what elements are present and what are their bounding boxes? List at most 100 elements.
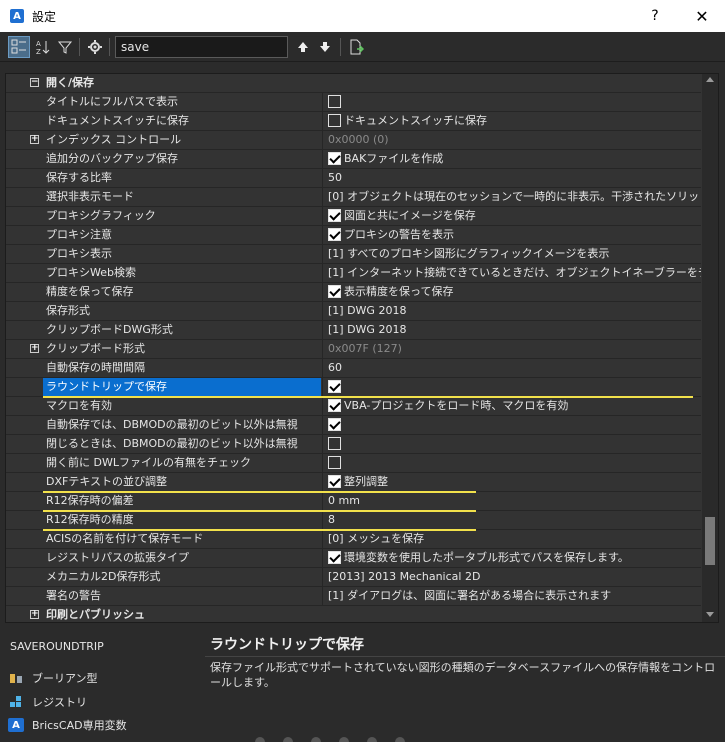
expand-icon[interactable]: + xyxy=(30,135,39,144)
checkbox-unchecked[interactable] xyxy=(328,94,341,108)
value-text: [1] インターネット接続できているときだけ、オブジェクトイネーブラーをチェック xyxy=(328,266,701,279)
property-row[interactable]: 署名の警告 [1] ダイアログは、図面に署名がある場合に表示されます xyxy=(6,587,701,606)
property-value[interactable]: [1] DWG 2018 xyxy=(324,302,701,320)
checkbox-checked[interactable] xyxy=(328,379,341,393)
property-value[interactable]: 0x007F (127) xyxy=(324,340,701,358)
collapse-icon[interactable]: − xyxy=(30,78,39,87)
checkbox-checked[interactable] xyxy=(328,474,341,488)
checkbox-unchecked[interactable] xyxy=(328,436,341,450)
property-value[interactable]: 8 xyxy=(324,511,701,529)
property-row[interactable]: 閉じるときは、DBMODの最初のビット以外は無視 xyxy=(6,435,701,454)
checkbox-checked[interactable] xyxy=(328,227,341,241)
property-value[interactable]: 整列調整 xyxy=(324,473,701,491)
property-row[interactable]: プロキシ注意 プロキシの警告を表示 xyxy=(6,226,701,245)
category-print-publish[interactable]: + 印刷とパブリッシュ xyxy=(6,606,701,622)
scroll-up-icon[interactable] xyxy=(706,77,714,82)
registry-icon xyxy=(8,695,24,709)
arrow-up-icon[interactable] xyxy=(292,36,314,58)
highlight-underline xyxy=(43,529,476,531)
alphabetical-sort-icon[interactable]: AZ xyxy=(32,36,54,58)
category-open-save[interactable]: − 開く/保存 xyxy=(6,74,701,93)
property-row[interactable]: 開く前に DWLファイルの有無をチェック xyxy=(6,454,701,473)
property-value[interactable]: 図面と共にイメージを保存 xyxy=(324,207,701,225)
property-row[interactable]: DXFテキストの並び調整 整列調整 xyxy=(6,473,701,492)
help-button[interactable]: ? xyxy=(632,0,678,32)
property-value[interactable]: [1] DWG 2018 xyxy=(324,321,701,339)
checkbox-checked[interactable] xyxy=(328,417,341,431)
property-value[interactable]: [2013] 2013 Mechanical 2D xyxy=(324,568,701,586)
property-row[interactable]: R12保存時の精度 8 xyxy=(6,511,701,530)
property-value[interactable]: [0] メッシュを保存 xyxy=(324,530,701,548)
expand-icon[interactable]: + xyxy=(30,610,39,619)
property-value[interactable]: 環境変数を使用したポータブル形式でパスを保存します。 xyxy=(324,549,701,567)
property-row[interactable]: ACISの名前を付けて保存モード [0] メッシュを保存 xyxy=(6,530,701,549)
property-value[interactable]: [1] インターネット接続できているときだけ、オブジェクトイネーブラーをチェック xyxy=(324,264,701,282)
property-value[interactable]: プロキシの警告を表示 xyxy=(324,226,701,244)
property-row[interactable]: メカニカル2D保存形式 [2013] 2013 Mechanical 2D xyxy=(6,568,701,587)
property-name: ドキュメントスイッチに保存 xyxy=(46,114,189,127)
property-row[interactable]: 選択非表示モード [0] オブジェクトは現在のセッションで一時的に非表示。干渉され… xyxy=(6,188,701,207)
property-name: 開く前に DWLファイルの有無をチェック xyxy=(46,456,251,469)
property-value[interactable]: [0] オブジェクトは現在のセッションで一時的に非表示。干渉されたソリッドは、干… xyxy=(324,188,701,206)
property-row[interactable]: プロキシWeb検索 [1] インターネット接続できているときだけ、オブジェクトイネ… xyxy=(6,264,701,283)
export-icon[interactable] xyxy=(345,36,367,58)
property-row[interactable]: 自動保存の時間間隔 60 xyxy=(6,359,701,378)
settings-property-panel: − 開く/保存 タイトルにフルパスで表示 ドキュメントスイッチに保存 ドキュメントス… xyxy=(5,73,719,623)
property-row[interactable]: タイトルにフルパスで表示 xyxy=(6,93,701,112)
property-row[interactable]: プロキシ表示 [1] すべてのプロキシ図形にグラフィックイメージを表示 xyxy=(6,245,701,264)
value-text: 60 xyxy=(328,361,342,374)
property-row[interactable]: 保存形式 [1] DWG 2018 xyxy=(6,302,701,321)
scrollbar[interactable] xyxy=(702,74,718,622)
search-input[interactable] xyxy=(115,36,288,58)
property-value[interactable]: ドキュメントスイッチに保存 xyxy=(324,112,701,130)
property-row[interactable]: マクロを有効 VBA-プロジェクトをロード時、マクロを有効 xyxy=(6,397,701,416)
property-row[interactable]: R12保存時の偏差 0 mm xyxy=(6,492,701,511)
checkbox-checked[interactable] xyxy=(328,151,341,165)
property-value[interactable] xyxy=(324,454,701,472)
expand-icon[interactable]: + xyxy=(30,344,39,353)
property-value[interactable]: BAKファイルを作成 xyxy=(324,150,701,168)
checkbox-checked[interactable] xyxy=(328,208,341,222)
property-value[interactable]: 0x0000 (0) xyxy=(324,131,701,149)
toolbar: AZ xyxy=(0,32,725,62)
property-row[interactable]: 自動保存では、DBMODの最初のビット以外は無視 xyxy=(6,416,701,435)
property-value[interactable]: [1] すべてのプロキシ図形にグラフィックイメージを表示 xyxy=(324,245,701,263)
value-text: 0 mm xyxy=(328,494,360,507)
checkbox-checked[interactable] xyxy=(328,284,341,298)
close-button[interactable]: ✕ xyxy=(679,0,725,32)
filter-icon[interactable] xyxy=(54,36,76,58)
property-value[interactable] xyxy=(324,435,701,453)
property-row[interactable]: ドキュメントスイッチに保存 ドキュメントスイッチに保存 xyxy=(6,112,701,131)
property-row[interactable]: プロキシグラフィック 図面と共にイメージを保存 xyxy=(6,207,701,226)
value-text: [1] DWG 2018 xyxy=(328,323,407,336)
legend-registry: レジストリ xyxy=(8,694,87,710)
property-row[interactable]: 保存する比率 50 xyxy=(6,169,701,188)
property-value[interactable]: 0 mm xyxy=(324,492,701,510)
property-value[interactable] xyxy=(324,93,701,111)
checkbox-label: VBA-プロジェクトをロード時、マクロを有効 xyxy=(344,399,569,412)
property-value[interactable]: 表示精度を保って保存 xyxy=(324,283,701,301)
property-value[interactable] xyxy=(324,416,701,434)
checkbox-unchecked[interactable] xyxy=(328,113,341,127)
property-row[interactable]: 精度を保って保存 表示精度を保って保存 xyxy=(6,283,701,302)
checkbox-unchecked[interactable] xyxy=(328,455,341,469)
checkbox-checked[interactable] xyxy=(328,550,341,564)
checkbox-checked[interactable] xyxy=(328,398,341,412)
property-value[interactable] xyxy=(324,378,701,396)
arrow-down-icon[interactable] xyxy=(314,36,336,58)
scroll-thumb[interactable] xyxy=(705,517,715,565)
property-row[interactable]: ラウンドトリップで保存 xyxy=(6,378,701,397)
property-row[interactable]: レジストリパスの拡張タイプ 環境変数を使用したポータブル形式でパスを保存します。 xyxy=(6,549,701,568)
property-row[interactable]: 追加分のバックアップ保存 BAKファイルを作成 xyxy=(6,150,701,169)
property-value[interactable]: [1] ダイアログは、図面に署名がある場合に表示されます xyxy=(324,587,701,605)
property-value[interactable]: 60 xyxy=(324,359,701,377)
scroll-down-icon[interactable] xyxy=(706,612,714,617)
property-value[interactable]: VBA-プロジェクトをロード時、マクロを有効 xyxy=(324,397,701,415)
property-row[interactable]: + クリップボード形式 0x007F (127) xyxy=(6,340,701,359)
property-value[interactable]: 50 xyxy=(324,169,701,187)
property-row[interactable]: + インデックス コントロール 0x0000 (0) xyxy=(6,131,701,150)
property-name: タイトルにフルパスで表示 xyxy=(46,95,178,108)
categorized-view-icon[interactable] xyxy=(8,36,30,58)
settings-gear-icon[interactable] xyxy=(84,36,106,58)
property-row[interactable]: クリップボードDWG形式 [1] DWG 2018 xyxy=(6,321,701,340)
